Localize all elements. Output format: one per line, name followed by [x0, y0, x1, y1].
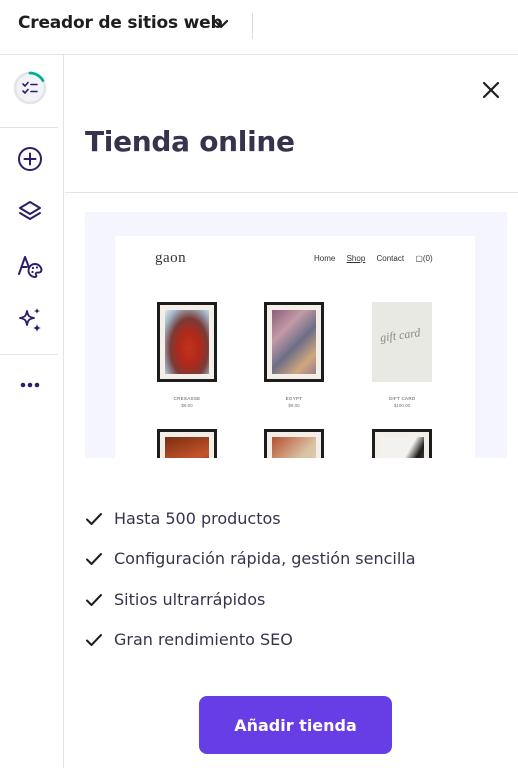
product-name: EGYPT [285, 396, 303, 401]
check-icon [86, 594, 102, 606]
product-card: CRESASSE $9.00 [157, 302, 217, 408]
rail-separator [0, 127, 58, 128]
shop-cart-count: (0) [422, 254, 433, 263]
checklist-progress-icon[interactable] [13, 71, 47, 105]
shop-nav-contact: Contact [376, 254, 405, 263]
gift-card-text: gift card [379, 325, 422, 345]
app-title[interactable]: Creador de sitios web [18, 13, 223, 33]
product-card [372, 429, 432, 458]
check-icon [86, 553, 102, 565]
feature-item: Gran rendimiento SEO [85, 627, 505, 653]
shop-nav-shop: Shop [346, 254, 366, 263]
layers-icon[interactable] [14, 196, 46, 228]
product-price: $100.00 [393, 403, 411, 408]
check-icon [86, 634, 102, 646]
shop-nav-cart: ▢(0) [415, 254, 433, 263]
product-image [264, 302, 324, 382]
store-preview-image: gaon Home Shop Contact ▢(0) CRESASSE $9.… [85, 212, 507, 458]
product-card: EGYPT $9.00 [264, 302, 324, 408]
left-sidebar [0, 55, 64, 768]
store-panel: Tienda online gaon Home Shop Contact ▢(0… [65, 55, 518, 768]
product-image [157, 429, 217, 458]
close-icon[interactable] [478, 77, 504, 103]
shop-template-mockup: gaon Home Shop Contact ▢(0) CRESASSE $9.… [115, 236, 475, 458]
product-price: $9.00 [288, 403, 300, 408]
more-horizontal-icon[interactable] [14, 369, 46, 401]
product-image [157, 302, 217, 382]
product-image [372, 429, 432, 458]
gift-card-image: gift card [372, 302, 432, 382]
top-divider [252, 13, 253, 39]
chevron-down-icon[interactable] [212, 15, 230, 33]
feature-item: Configuración rápida, gestión sencilla [85, 546, 505, 572]
product-image [264, 429, 324, 458]
shop-nav: Home Shop Contact ▢(0) [314, 254, 451, 263]
feature-text: Hasta 500 productos [114, 509, 281, 528]
feature-item: Sitios ultrarrápidos [85, 587, 505, 613]
feature-text: Sitios ultrarrápidos [114, 590, 266, 609]
shop-logo: gaon [155, 250, 187, 266]
product-card: gift card GIFT CARD $100.00 [372, 302, 432, 408]
panel-title: Tienda online [85, 125, 295, 158]
add-store-button[interactable]: Añadir tienda [199, 696, 392, 754]
feature-text: Gran rendimiento SEO [114, 630, 293, 649]
product-price: $9.00 [181, 403, 193, 408]
feature-item: Hasta 500 productos [85, 506, 505, 532]
add-circle-icon[interactable] [14, 143, 46, 175]
product-card [157, 429, 217, 458]
panel-divider [65, 192, 518, 193]
shop-nav-home: Home [314, 254, 336, 263]
feature-text: Configuración rápida, gestión sencilla [114, 549, 416, 568]
product-name: GIFT CARD [388, 396, 416, 401]
rail-separator [0, 354, 58, 355]
text-palette-icon[interactable] [14, 250, 46, 282]
check-icon [86, 513, 102, 525]
top-bar: Creador de sitios web [0, 0, 518, 55]
product-name: CRESASSE [173, 396, 201, 401]
sparkles-icon[interactable] [14, 304, 46, 336]
product-card [264, 429, 324, 458]
